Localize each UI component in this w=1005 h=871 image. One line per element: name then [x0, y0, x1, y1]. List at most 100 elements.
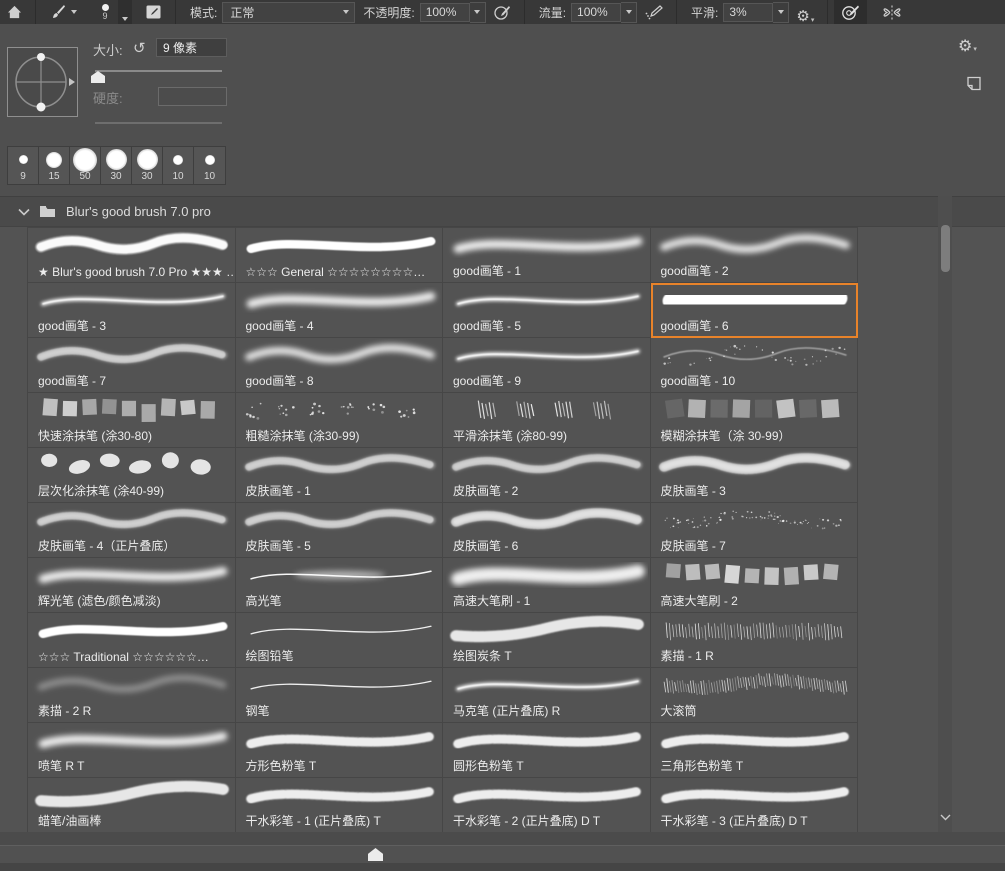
- brush-cell[interactable]: 三角形色粉笔 T: [650, 723, 858, 778]
- size-slider-thumb[interactable]: [91, 71, 105, 83]
- scrollbar-track[interactable]: [938, 196, 952, 832]
- scrollbar-thumb[interactable]: [941, 225, 950, 272]
- brush-thumbnail: [246, 237, 435, 254]
- size-input[interactable]: 9 像素: [156, 38, 227, 57]
- mode-select[interactable]: 正常: [222, 1, 356, 23]
- brush-cell[interactable]: good画笔 - 2: [650, 228, 858, 283]
- brush-thumbnail: [37, 674, 227, 693]
- brush-group-header[interactable]: Blur's good brush 7.0 pro: [0, 196, 1005, 227]
- brush-cell[interactable]: ☆☆☆ General ☆☆☆☆☆☆☆☆…: [235, 228, 443, 283]
- brush-label: good画笔 - 10: [660, 374, 736, 388]
- brush-preset[interactable]: 30: [132, 147, 163, 184]
- brush-cell[interactable]: 皮肤画笔 - 5: [235, 503, 443, 558]
- preset-dot: [204, 154, 215, 165]
- new-brush-icon[interactable]: [966, 76, 982, 91]
- brush-preset[interactable]: 30: [101, 147, 132, 184]
- brush-cell[interactable]: good画笔 - 3: [28, 283, 236, 338]
- brush-label: 皮肤画笔 - 1: [245, 484, 311, 498]
- brush-cell[interactable]: 平滑涂抹笔 (涂80-99): [443, 393, 651, 448]
- brush-cell[interactable]: 高光笔: [235, 558, 443, 613]
- brush-cell[interactable]: 模糊涂抹笔（涂 30-99）: [650, 393, 858, 448]
- brush-label: 喷笔 R T: [38, 759, 85, 773]
- brush-tool-icon: [53, 5, 65, 18]
- brush-cell[interactable]: 大滚筒: [650, 668, 858, 723]
- divider: [676, 0, 678, 24]
- brush-cell[interactable]: ★ Blur's good brush 7.0 Pro ★★★ …: [28, 228, 236, 283]
- brush-cell[interactable]: good画笔 - 6: [650, 283, 858, 338]
- opacity-pressure-icon[interactable]: [486, 0, 518, 24]
- brush-cell[interactable]: good画笔 - 7: [28, 338, 236, 393]
- symmetry-icon[interactable]: [875, 0, 909, 24]
- brush-settings-panel-toggle[interactable]: [138, 0, 169, 24]
- brush-thumbnail: [244, 454, 435, 474]
- brush-label: 层次化涂抹笔 (涂40-99): [38, 484, 165, 498]
- reset-size-icon[interactable]: ↺: [133, 39, 146, 57]
- brush-cell[interactable]: good画笔 - 5: [443, 283, 651, 338]
- thumbnail-size-slider-track[interactable]: [0, 846, 1005, 863]
- brush-cell[interactable]: good画笔 - 9: [443, 338, 651, 393]
- brush-preset[interactable]: 50: [70, 147, 101, 184]
- brush-preset[interactable]: 10: [194, 147, 225, 184]
- brush-label: 高光笔: [245, 594, 282, 608]
- brush-cell[interactable]: 高速大笔刷 - 1: [443, 558, 651, 613]
- brush-cell[interactable]: 喷笔 R T: [28, 723, 236, 778]
- brush-preset[interactable]: 9: [8, 147, 39, 184]
- brush-cell[interactable]: good画笔 - 4: [235, 283, 443, 338]
- brush-cell[interactable]: ☆☆☆ Traditional ☆☆☆☆☆☆…: [28, 613, 236, 668]
- scroll-down-icon[interactable]: [940, 814, 951, 821]
- brush-preset[interactable]: 10: [163, 147, 194, 184]
- brush-cell[interactable]: 高速大笔刷 - 2: [650, 558, 858, 613]
- brush-angle-control[interactable]: [7, 47, 78, 117]
- brush-cell[interactable]: 快速涂抹笔 (涂30-80): [28, 393, 236, 448]
- brush-cell[interactable]: 马克笔 (正片叠底) R: [443, 668, 651, 723]
- brush-cell[interactable]: 方形色粉笔 T: [235, 723, 443, 778]
- home-icon[interactable]: [0, 0, 29, 24]
- brush-cell[interactable]: 干水彩笔 - 3 (正片叠底) D T: [650, 778, 858, 833]
- brush-cell[interactable]: good画笔 - 1: [443, 228, 651, 283]
- brush-thumbnail: [664, 510, 842, 530]
- flow-dropdown-button[interactable]: [621, 1, 638, 23]
- brush-cell[interactable]: 皮肤画笔 - 2: [443, 448, 651, 503]
- brush-cell[interactable]: 皮肤画笔 - 4（正片叠底）: [28, 503, 236, 558]
- brush-preset[interactable]: 15: [39, 147, 70, 184]
- brush-cell[interactable]: 绘图炭条 T: [443, 613, 651, 668]
- opacity-input[interactable]: 100%: [419, 2, 470, 22]
- brush-cell[interactable]: 辉光笔 (滤色/颜色减淡): [28, 558, 236, 613]
- brush-cell[interactable]: 干水彩笔 - 1 (正片叠底) T: [235, 778, 443, 833]
- brush-label: 蜡笔/油画棒: [38, 814, 102, 828]
- brush-cell[interactable]: 钢笔: [235, 668, 443, 723]
- tool-preset-picker[interactable]: [42, 0, 84, 24]
- brush-cell[interactable]: 干水彩笔 - 2 (正片叠底) D T: [443, 778, 651, 833]
- brush-cell[interactable]: 素描 - 2 R: [28, 668, 236, 723]
- brush-settings-flyout: 大小: ↺ 9 像素 硬度: ⚙▾ 9 15 50 30 30 10 10: [0, 24, 1005, 196]
- opacity-dropdown-button[interactable]: [469, 1, 486, 23]
- brush-cell[interactable]: 圆形色粉笔 T: [443, 723, 651, 778]
- brush-label: 皮肤画笔 - 5: [245, 539, 311, 553]
- size-slider-track[interactable]: [95, 70, 222, 72]
- brush-preset-dropdown[interactable]: 9: [92, 0, 132, 24]
- divider: [523, 0, 525, 24]
- brush-cell[interactable]: good画笔 - 10: [650, 338, 858, 393]
- smoothing-dropdown-button[interactable]: [773, 1, 790, 23]
- brush-cell[interactable]: 皮肤画笔 - 3: [650, 448, 858, 503]
- brush-thumbnail: [452, 786, 644, 805]
- brush-cell[interactable]: 素描 - 1 R: [650, 613, 858, 668]
- brush-cell[interactable]: good画笔 - 8: [235, 338, 443, 393]
- brush-cell[interactable]: 皮肤画笔 - 6: [443, 503, 651, 558]
- flow-input[interactable]: 100%: [571, 2, 622, 22]
- brush-thumbnail: [249, 625, 432, 635]
- brush-cell[interactable]: 蜡笔/油画棒: [28, 778, 236, 833]
- panel-gear-icon[interactable]: ⚙▾: [958, 38, 977, 56]
- smoothing-input[interactable]: 3%: [723, 2, 774, 22]
- brush-cell[interactable]: 皮肤画笔 - 7: [650, 503, 858, 558]
- brush-cell[interactable]: 粗糙涂抹笔 (涂30-99): [235, 393, 443, 448]
- size-pressure-icon[interactable]: [834, 0, 868, 24]
- brush-thumbnail: [452, 731, 644, 750]
- thumbnail-size-slider-thumb[interactable]: [368, 848, 383, 861]
- brush-cell[interactable]: 层次化涂抹笔 (涂40-99): [28, 448, 236, 503]
- airbrush-icon[interactable]: [637, 0, 670, 24]
- brush-cell[interactable]: 绘图铅笔: [235, 613, 443, 668]
- brush-cell[interactable]: 皮肤画笔 - 1: [235, 448, 443, 503]
- smoothing-options-gear-icon[interactable]: ⚙ ▾: [789, 0, 821, 24]
- brush-preview: 9: [92, 0, 118, 24]
